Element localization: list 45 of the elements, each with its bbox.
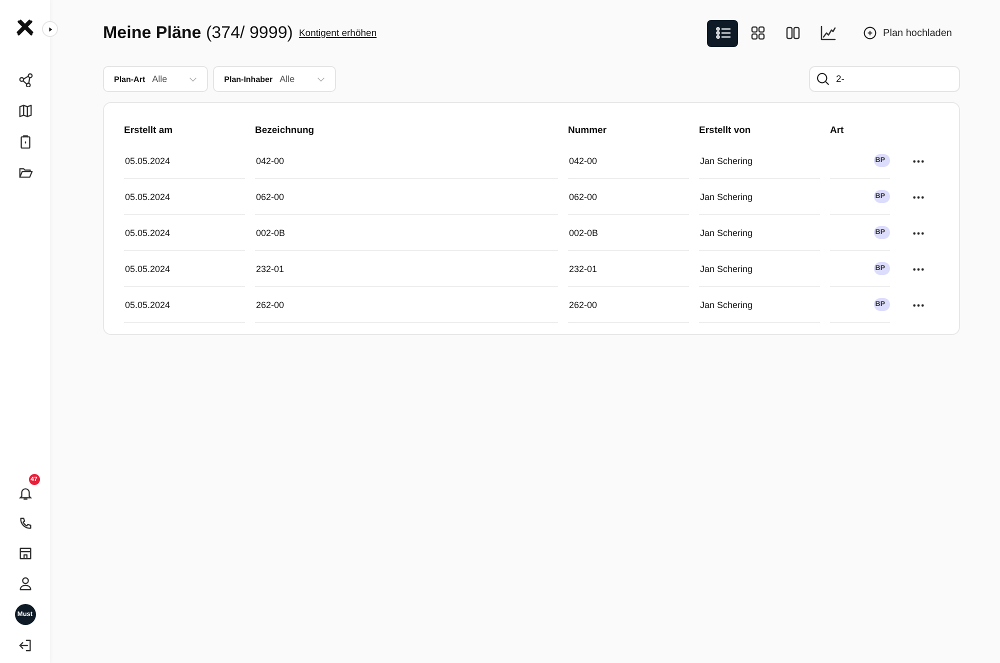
- table-cell: 05.05.2024: [124, 228, 170, 238]
- table-cell: 05.05.2024: [124, 264, 170, 274]
- upload-plan-button[interactable]: Plan hochladen: [863, 22, 960, 44]
- more-options-icon[interactable]: [911, 302, 926, 308]
- table-cell: Jan Schering: [699, 156, 753, 166]
- table-cell: Jan Schering: [699, 228, 753, 238]
- table-cell: 262-00: [255, 300, 284, 310]
- chevron-down-icon: [316, 76, 325, 82]
- table-cell: 042-00: [568, 156, 598, 166]
- table-cell: 05.05.2024: [124, 300, 170, 310]
- table-cell: 232-01: [568, 264, 598, 274]
- table-cell: 05.05.2024: [124, 192, 170, 202]
- table-cell: 05.05.2024: [124, 156, 170, 166]
- table-cell: 042-00: [255, 156, 284, 166]
- page-title: Meine Pläne: [103, 23, 202, 42]
- filter-dropdown[interactable]: Plan-Art Alle: [103, 66, 208, 92]
- table-cell: 062-00: [568, 192, 598, 202]
- more-options-icon[interactable]: [911, 266, 926, 272]
- table-cell: 232-01: [255, 264, 284, 274]
- table-cell: 262-00: [568, 300, 598, 310]
- column-header: Bezeichnung: [255, 124, 316, 138]
- table-cell: Jan Schering: [699, 300, 753, 310]
- table-cell: 002-0B: [568, 228, 598, 238]
- search-icon: [816, 72, 830, 86]
- column-header: Art: [830, 124, 845, 138]
- table-cell: 062-00: [255, 192, 284, 202]
- increase-quota-link[interactable]: Kontigent erhöhen: [298, 28, 377, 38]
- column-header: Erstellt am: [124, 124, 174, 138]
- table-cell: 002-0B: [255, 228, 286, 238]
- logo-icon: [16, 19, 34, 37]
- column-header: Erstellt von: [699, 124, 752, 138]
- list-view-icon[interactable]: [707, 20, 738, 46]
- filter-dropdown[interactable]: Plan-Inhaber Alle: [213, 66, 336, 92]
- more-options-icon[interactable]: [911, 194, 926, 200]
- caret-icon: [48, 26, 52, 32]
- search-field[interactable]: 2-: [809, 66, 960, 92]
- table-cell: Jan Schering: [699, 192, 753, 202]
- more-options-icon[interactable]: [911, 230, 926, 236]
- table-cell: Jan Schering: [699, 264, 753, 274]
- more-options-icon[interactable]: [911, 158, 926, 164]
- expand-sidebar-button[interactable]: [42, 21, 58, 37]
- plus-circle-icon: [863, 26, 878, 40]
- plan-count: (374/ 9999): [206, 23, 293, 42]
- chevron-down-icon: [189, 76, 198, 82]
- column-header: Nummer: [568, 124, 608, 138]
